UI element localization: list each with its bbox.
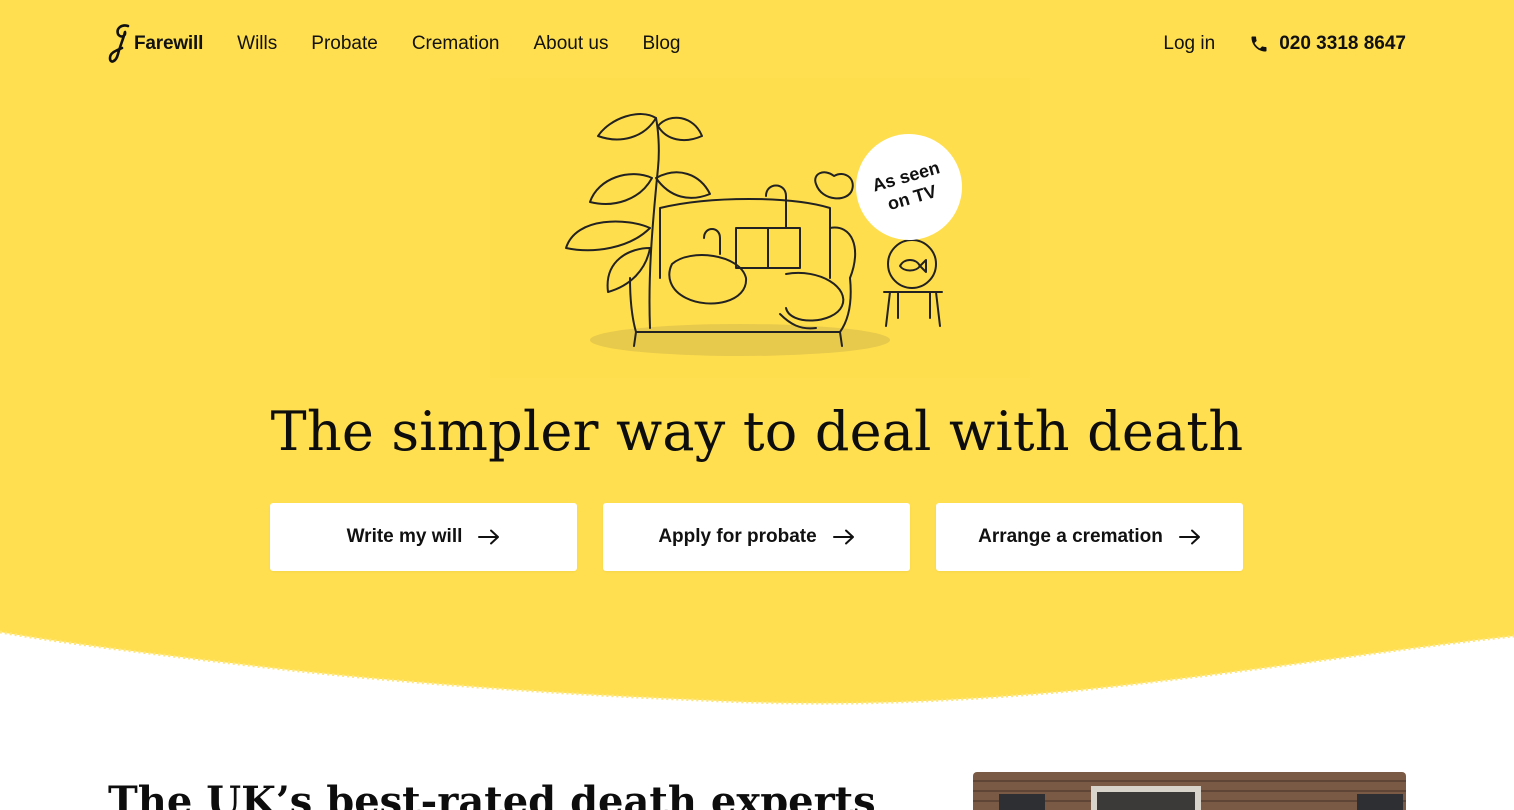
nav-link-blog[interactable]: Blog	[642, 33, 680, 55]
farewill-logo[interactable]: Farewill	[108, 22, 203, 66]
hero-illustration	[490, 78, 1030, 378]
arrow-right-icon	[1178, 529, 1200, 545]
logo-text: Farewill	[134, 33, 204, 54]
phone-number: 020 3318 8647	[1279, 33, 1406, 54]
hero-headline: The simpler way to deal with death	[270, 400, 1244, 463]
login-link[interactable]: Log in	[1163, 33, 1215, 55]
nav-links: Wills Probate Cremation About us Blog	[237, 33, 680, 55]
main-nav: Farewill Wills Probate Cremation About u…	[108, 14, 681, 74]
write-my-will-label: Write my will	[346, 526, 463, 547]
arrange-a-cremation-label: Arrange a cremation	[978, 526, 1163, 547]
section-title: The UK’s best-rated death experts	[108, 778, 876, 810]
nav-link-about-us[interactable]: About us	[533, 33, 608, 55]
nav-link-cremation[interactable]: Cremation	[412, 33, 500, 55]
hero-section: Farewill Wills Probate Cremation About u…	[0, 0, 1514, 720]
building-photo-image	[973, 772, 1406, 810]
arrange-a-cremation-button[interactable]: Arrange a cremation	[936, 503, 1243, 571]
apply-for-probate-button[interactable]: Apply for probate	[603, 503, 910, 571]
write-my-will-button[interactable]: Write my will	[270, 503, 577, 571]
nav-right: Log in 020 3318 8647	[1163, 14, 1406, 74]
phone-icon	[1251, 36, 1267, 52]
building-photo	[973, 772, 1406, 810]
apply-for-probate-label: Apply for probate	[658, 526, 817, 547]
nav-link-wills[interactable]: Wills	[237, 33, 277, 55]
farewill-logo-icon	[108, 24, 130, 63]
cta-group: Write my will Apply for probate Arrange …	[270, 503, 1243, 571]
arrow-right-icon	[478, 529, 500, 545]
arrow-right-icon	[832, 529, 854, 545]
nav-link-probate[interactable]: Probate	[311, 33, 378, 55]
phone-link[interactable]: 020 3318 8647	[1249, 33, 1406, 55]
